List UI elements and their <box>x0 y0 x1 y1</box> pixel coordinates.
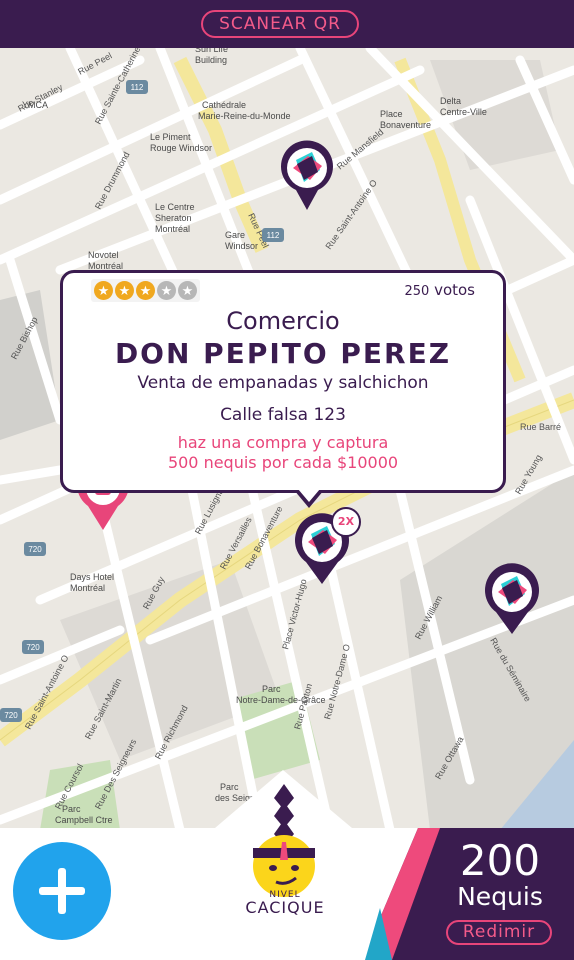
nequis-label: Nequis <box>457 882 543 911</box>
merchant-popup[interactable]: ★ ★ ★ ★ ★ 250 votos Comercio DON PEPITO … <box>60 270 506 493</box>
popup-pointer-inner <box>298 489 320 502</box>
star-filled-icon: ★ <box>94 281 113 300</box>
cacique-avatar-icon <box>253 784 315 897</box>
top-bar: SCANEAR QR <box>0 0 574 48</box>
votes-label: votos <box>434 281 475 299</box>
map-marker[interactable] <box>281 140 333 210</box>
multiplier-badge-text: 2X <box>337 515 355 528</box>
merchant-category: Comercio <box>226 307 340 335</box>
level-indicator: NIVEL CACIQUE <box>230 890 340 917</box>
star-empty-icon: ★ <box>178 281 197 300</box>
add-button[interactable] <box>13 842 111 940</box>
promo-line-1: haz una compra y captura <box>177 433 389 452</box>
map-marker[interactable] <box>484 563 539 634</box>
votes-count: 250 votos <box>404 281 475 299</box>
level-name: CACIQUE <box>245 898 325 917</box>
votes-number: 250 <box>404 284 430 299</box>
multiplier-badge: 2X <box>331 507 361 537</box>
scan-qr-button[interactable]: SCANEAR QR <box>201 10 359 38</box>
star-filled-icon: ★ <box>136 281 155 300</box>
merchant-description: Venta de empanadas y salchichon <box>137 373 429 393</box>
star-empty-icon: ★ <box>157 281 176 300</box>
merchant-address: Calle falsa 123 <box>220 405 346 425</box>
merchant-name: DON PEPITO PEREZ <box>114 337 452 370</box>
redeem-button[interactable]: Redimir <box>446 920 552 945</box>
rating-stars: ★ ★ ★ ★ ★ <box>91 279 200 302</box>
nequis-balance: 200 Nequis <box>440 838 560 910</box>
star-filled-icon: ★ <box>115 281 134 300</box>
nequis-amount: 200 <box>459 836 541 885</box>
promo-line-2: 500 nequis por cada $10000 <box>167 453 399 472</box>
promo-text: haz una compra y captura 500 nequis por … <box>63 433 503 473</box>
